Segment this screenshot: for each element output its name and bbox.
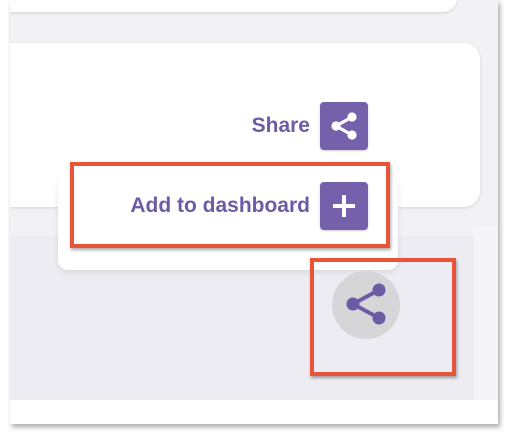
share-label: Share (251, 114, 310, 137)
share-button[interactable] (320, 102, 368, 150)
annotation-highlight-fab (310, 258, 456, 376)
right-edge (474, 226, 498, 400)
top-card (10, 0, 457, 12)
bottom-strip (10, 400, 498, 424)
screenshot-frame: Share Add to dashboard (0, 0, 508, 434)
share-action[interactable]: Share (200, 93, 368, 159)
share-icon (331, 112, 357, 140)
annotation-highlight-add (70, 162, 390, 248)
